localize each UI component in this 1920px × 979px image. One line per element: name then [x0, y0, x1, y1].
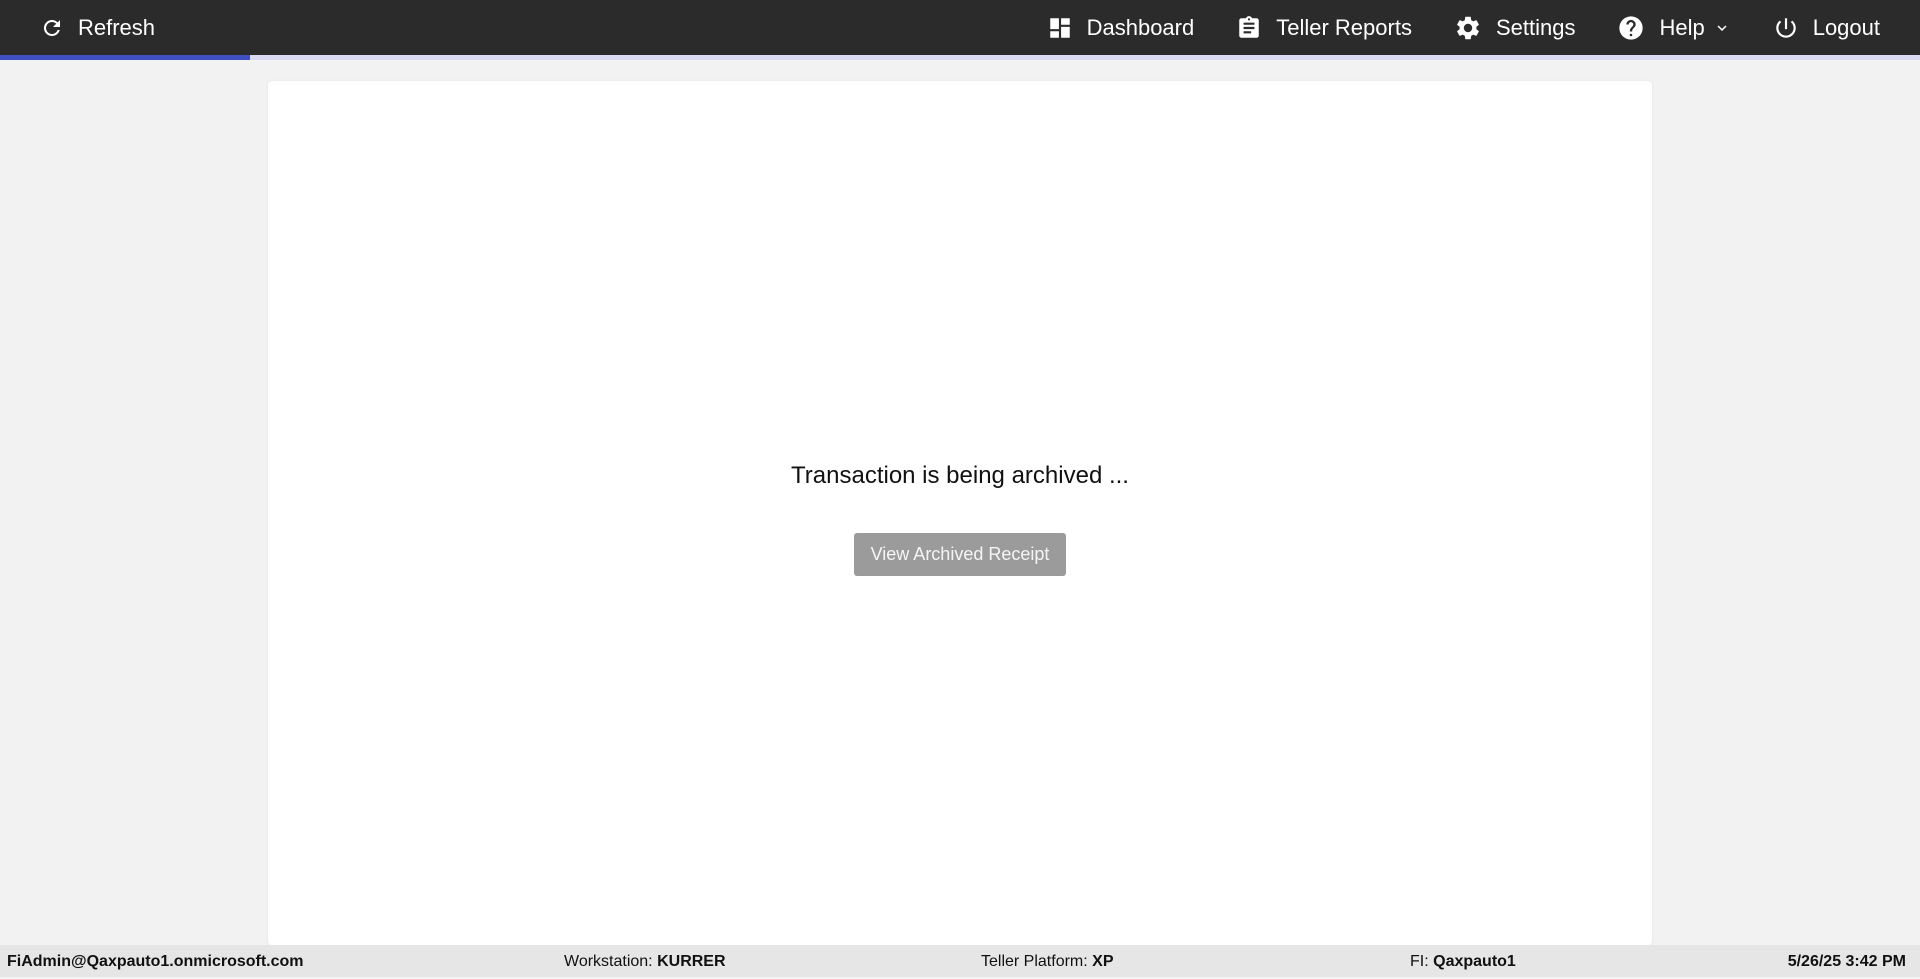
archive-status-message: Transaction is being archived ...	[791, 462, 1129, 489]
footer-fi-value: Qaxpauto1	[1433, 953, 1516, 970]
status-bar: FiAdmin@Qaxpauto1.onmicrosoft.com Workst…	[0, 945, 1920, 977]
nav-logout-label: Logout	[1812, 14, 1880, 40]
top-nav-bar: Refresh Dashboard Teller Reports Setting…	[0, 0, 1920, 55]
footer-teller-platform: Teller Platform: XP	[981, 945, 1114, 977]
footer-workstation-value: KURRER	[657, 953, 726, 970]
nav-settings-label: Settings	[1495, 14, 1576, 40]
refresh-button[interactable]: Refresh	[40, 0, 155, 55]
gear-icon	[1454, 14, 1482, 42]
footer-workstation-label: Workstation:	[564, 953, 653, 970]
footer-user-value: FiAdmin@Qaxpauto1.onmicrosoft.com	[7, 953, 304, 970]
nav-dashboard[interactable]: Dashboard	[1047, 14, 1195, 41]
loading-progress-bar	[0, 55, 1920, 60]
footer-datetime-value: 5/26/25 3:42 PM	[1787, 953, 1906, 970]
power-icon	[1773, 15, 1799, 41]
nav-help-label: Help	[1659, 14, 1705, 40]
nav-logout[interactable]: Logout	[1773, 15, 1880, 41]
footer-fi: FI: Qaxpauto1	[1410, 945, 1516, 977]
footer-workstation: Workstation: KURRER	[564, 945, 726, 977]
footer-platform-label: Teller Platform:	[981, 953, 1088, 970]
refresh-label: Refresh	[78, 14, 156, 40]
loading-progress-fill	[0, 55, 250, 60]
nav-help[interactable]: Help	[1617, 14, 1730, 42]
footer-datetime: 5/26/25 3:42 PM	[1788, 945, 1906, 977]
footer-fi-label: FI:	[1410, 953, 1429, 970]
refresh-icon	[40, 16, 64, 40]
footer-user: FiAdmin@Qaxpauto1.onmicrosoft.com	[7, 945, 304, 977]
nav-teller-reports[interactable]: Teller Reports	[1236, 15, 1412, 41]
nav-menu: Dashboard Teller Reports Settings Help L…	[1047, 0, 1880, 55]
help-circle-icon	[1617, 14, 1645, 42]
clipboard-icon	[1236, 15, 1262, 41]
nav-settings[interactable]: Settings	[1454, 14, 1576, 42]
dashboard-icon	[1047, 15, 1073, 41]
footer-platform-value: XP	[1092, 953, 1114, 970]
nav-teller-reports-label: Teller Reports	[1276, 14, 1412, 40]
chevron-down-icon	[1713, 19, 1731, 37]
view-archived-receipt-button[interactable]: View Archived Receipt	[854, 533, 1066, 576]
main-content-card: Transaction is being archived ... View A…	[268, 81, 1652, 945]
nav-dashboard-label: Dashboard	[1086, 14, 1195, 40]
